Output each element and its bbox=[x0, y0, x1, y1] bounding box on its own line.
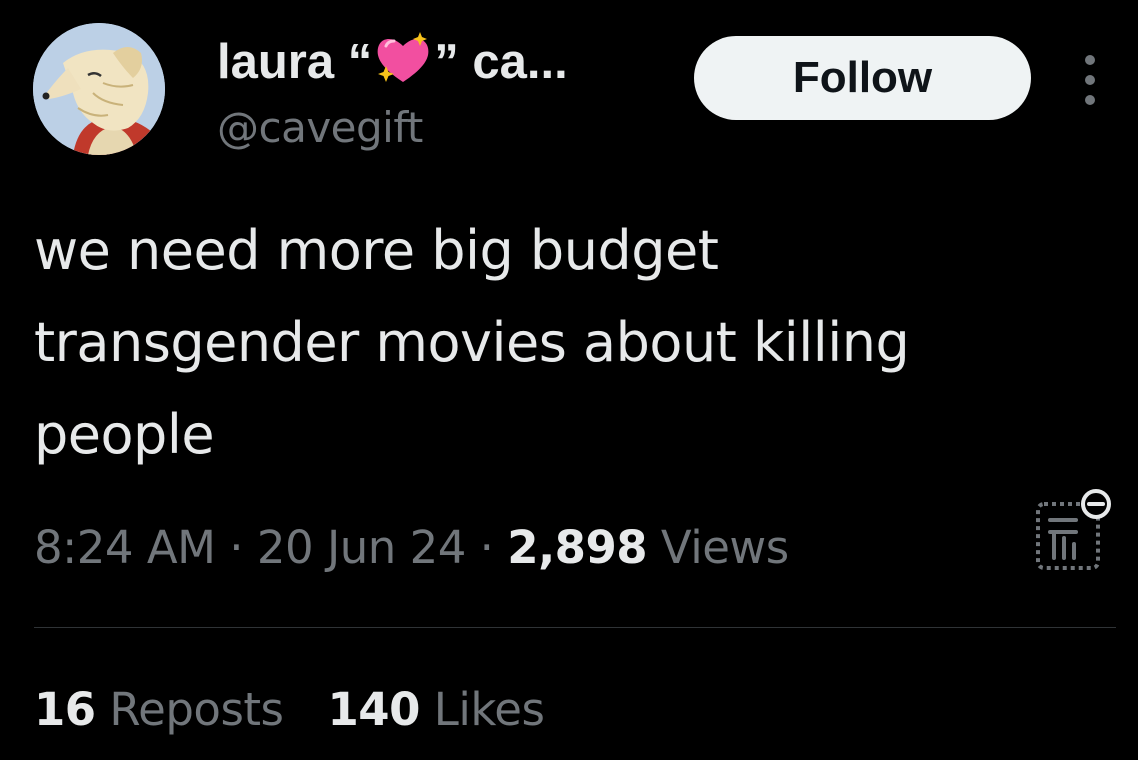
user-handle[interactable]: @cavegift bbox=[217, 100, 423, 156]
likes-link[interactable]: 140 Likes bbox=[328, 683, 545, 736]
display-name-prefix: laura “ bbox=[217, 35, 373, 89]
likes-count: 140 bbox=[327, 683, 421, 736]
tweet-line: we need more big budget bbox=[34, 219, 719, 282]
meta-separator: · bbox=[465, 521, 508, 574]
divider bbox=[34, 627, 1116, 628]
meta-separator: · bbox=[215, 521, 257, 574]
reposts-link[interactable]: 16 Reposts bbox=[34, 683, 284, 736]
tweet-meta: 8:24 AM · 20 Jun 24 · 2,898 Views bbox=[34, 512, 789, 584]
more-vertical-icon[interactable] bbox=[1070, 55, 1110, 105]
tweet-time[interactable]: 8:24 AM bbox=[34, 521, 216, 574]
display-name[interactable]: laura “ ” ca... bbox=[217, 30, 568, 92]
tweet-line: people bbox=[34, 403, 215, 466]
tweet-text: we need more big budget transgender movi… bbox=[34, 205, 1114, 481]
views-count: 2,898 bbox=[507, 521, 648, 574]
sparkling-heart-icon bbox=[372, 30, 434, 86]
analytics-icon[interactable] bbox=[1028, 486, 1118, 576]
follow-button[interactable]: Follow bbox=[694, 36, 1031, 120]
avatar[interactable] bbox=[33, 23, 165, 155]
tweet-line: transgender movies about killing bbox=[34, 311, 910, 374]
likes-label: Likes bbox=[419, 683, 545, 736]
reposts-label: Reposts bbox=[95, 683, 284, 736]
display-name-suffix: ” ca... bbox=[434, 35, 568, 89]
views-label: Views bbox=[647, 521, 789, 574]
reposts-count: 16 bbox=[34, 683, 96, 736]
more-dot bbox=[1085, 95, 1095, 105]
more-dot bbox=[1085, 75, 1095, 85]
engagement-stats: 16 Reposts 140 Likes bbox=[34, 676, 545, 744]
borzoi-avatar-image bbox=[33, 23, 165, 155]
tweet-date[interactable]: 20 Jun 24 bbox=[257, 521, 466, 574]
more-dot bbox=[1085, 55, 1095, 65]
